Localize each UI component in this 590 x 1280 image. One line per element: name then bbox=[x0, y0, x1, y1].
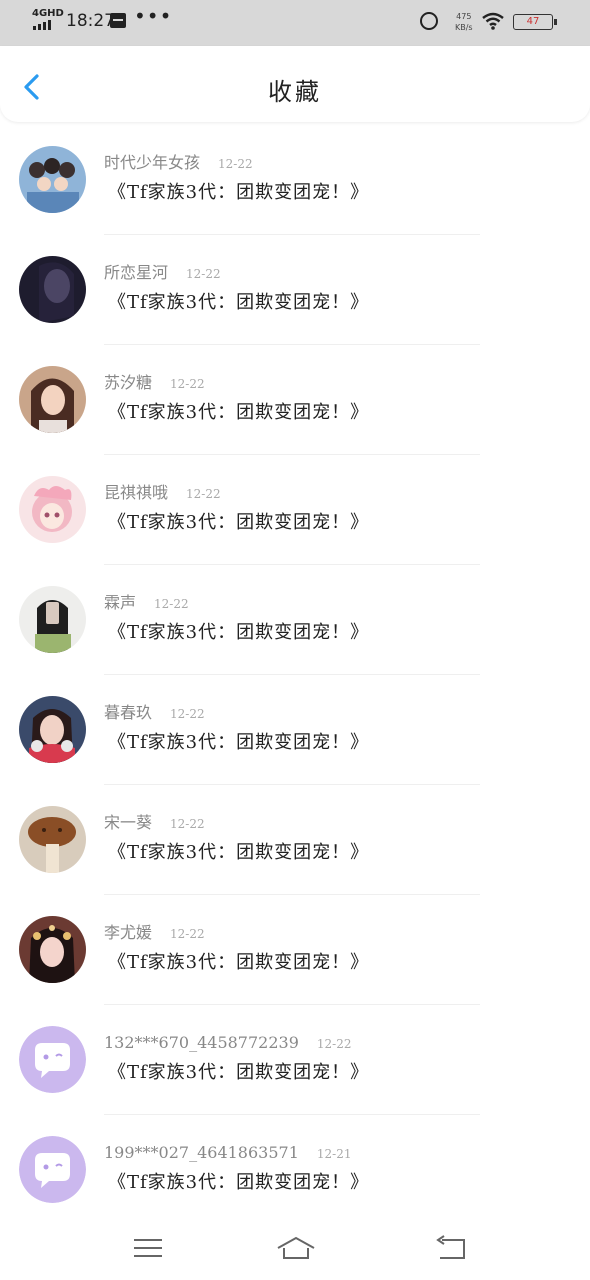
network-indicator: 4GHD bbox=[32, 8, 64, 19]
home-icon[interactable] bbox=[276, 1234, 316, 1262]
avatar[interactable] bbox=[19, 1136, 86, 1203]
clock-time: 18:27 bbox=[66, 11, 115, 31]
favorites-list: 时代少年女孩 12-22 《Tf家族3代：团欺变团宠！》 所恋星河 12-22 《Tf家族… bbox=[0, 125, 590, 1225]
return-icon[interactable] bbox=[434, 1234, 470, 1262]
user-name-text: 暮春玖 bbox=[104, 703, 153, 722]
favorite-date: 12-22 bbox=[218, 157, 253, 171]
favorite-date: 12-22 bbox=[170, 377, 205, 391]
status-bar: 4GHD 18:27 ••• 475 KB/s 47 bbox=[0, 0, 590, 46]
network-speed-unit: KB/s bbox=[455, 23, 473, 32]
list-item[interactable]: 苏汐糖 12-22 《Tf家族3代：团欺变团宠！》 bbox=[0, 345, 590, 455]
system-navigation-bar bbox=[0, 1220, 590, 1280]
user-name-text: 所恋星河 bbox=[104, 263, 169, 282]
list-item[interactable]: 宋一葵 12-22 《Tf家族3代：团欺变团宠！》 bbox=[0, 785, 590, 895]
signal-icon bbox=[33, 20, 51, 30]
user-name: 132***670_4458772239 12-22 bbox=[104, 1033, 351, 1054]
user-name-text: 苏汐糖 bbox=[104, 373, 153, 392]
user-name-text: 霖声 bbox=[104, 593, 137, 612]
user-name: 苏汐糖 12-22 bbox=[104, 373, 205, 394]
favorite-date: 12-22 bbox=[170, 817, 205, 831]
wifi-icon bbox=[482, 12, 504, 30]
work-title[interactable]: 《Tf家族3代：团欺变团宠！》 bbox=[108, 401, 369, 425]
favorite-date: 12-22 bbox=[170, 927, 205, 941]
list-item[interactable]: 昆祺祺哦 12-22 《Tf家族3代：团欺变团宠！》 bbox=[0, 455, 590, 565]
list-item[interactable]: 暮春玖 12-22 《Tf家族3代：团欺变团宠！》 bbox=[0, 675, 590, 785]
user-name-text: 时代少年女孩 bbox=[104, 153, 201, 172]
user-name-text: 昆祺祺哦 bbox=[104, 483, 169, 502]
work-title[interactable]: 《Tf家族3代：团欺变团宠！》 bbox=[108, 291, 369, 315]
more-notifications: ••• bbox=[134, 4, 173, 28]
list-item[interactable]: 时代少年女孩 12-22 《Tf家族3代：团欺变团宠！》 bbox=[0, 125, 590, 235]
user-name: 霖声 12-22 bbox=[104, 593, 189, 614]
network-speed-value: 475 bbox=[456, 12, 472, 21]
user-name: 宋一葵 12-22 bbox=[104, 813, 205, 834]
avatar[interactable] bbox=[19, 476, 86, 543]
avatar[interactable] bbox=[19, 586, 86, 653]
work-title[interactable]: 《Tf家族3代：团欺变团宠！》 bbox=[108, 621, 369, 645]
work-title[interactable]: 《Tf家族3代：团欺变团宠！》 bbox=[108, 841, 369, 865]
work-title[interactable]: 《Tf家族3代：团欺变团宠！》 bbox=[108, 951, 369, 975]
network-speed: 475 KB/s bbox=[455, 11, 473, 33]
top-app-bar: 收藏 bbox=[0, 46, 590, 122]
avatar[interactable] bbox=[19, 696, 86, 763]
alarm-icon bbox=[420, 12, 438, 30]
user-name: 暮春玖 12-22 bbox=[104, 703, 205, 724]
work-title[interactable]: 《Tf家族3代：团欺变团宠！》 bbox=[108, 511, 369, 535]
avatar[interactable] bbox=[19, 1026, 86, 1093]
user-name-text: 李尤媛 bbox=[104, 923, 153, 942]
user-name: 199***027_4641863571 12-21 bbox=[104, 1143, 351, 1164]
favorite-date: 12-21 bbox=[316, 1147, 352, 1161]
user-name: 时代少年女孩 12-22 bbox=[104, 153, 253, 174]
menu-icon[interactable] bbox=[130, 1234, 166, 1262]
favorite-date: 12-22 bbox=[154, 597, 189, 611]
list-item[interactable]: 132***670_4458772239 12-22 《Tf家族3代：团欺变团宠！》 bbox=[0, 1005, 590, 1115]
favorite-date: 12-22 bbox=[186, 267, 221, 281]
avatar[interactable] bbox=[19, 146, 86, 213]
work-title[interactable]: 《Tf家族3代：团欺变团宠！》 bbox=[108, 731, 369, 755]
battery-icon: 47 bbox=[513, 14, 557, 30]
work-title[interactable]: 《Tf家族3代：团欺变团宠！》 bbox=[108, 181, 369, 205]
work-title[interactable]: 《Tf家族3代：团欺变团宠！》 bbox=[108, 1061, 369, 1085]
list-item[interactable]: 李尤媛 12-22 《Tf家族3代：团欺变团宠！》 bbox=[0, 895, 590, 1005]
user-name: 李尤媛 12-22 bbox=[104, 923, 205, 944]
calendar-icon bbox=[110, 13, 126, 28]
user-name-text: 132***670_4458772239 bbox=[104, 1033, 299, 1052]
avatar[interactable] bbox=[19, 366, 86, 433]
avatar[interactable] bbox=[19, 256, 86, 323]
page-title: 收藏 bbox=[268, 78, 322, 106]
list-item[interactable]: 霖声 12-22 《Tf家族3代：团欺变团宠！》 bbox=[0, 565, 590, 675]
avatar[interactable] bbox=[19, 806, 86, 873]
user-name: 所恋星河 12-22 bbox=[104, 263, 221, 284]
favorite-date: 12-22 bbox=[170, 707, 205, 721]
user-name-text: 199***027_4641863571 bbox=[104, 1143, 299, 1162]
user-name: 昆祺祺哦 12-22 bbox=[104, 483, 221, 504]
user-name-text: 宋一葵 bbox=[104, 813, 153, 832]
list-item[interactable]: 199***027_4641863571 12-21 《Tf家族3代：团欺变团宠！》 bbox=[0, 1115, 590, 1225]
avatar[interactable] bbox=[19, 916, 86, 983]
favorite-date: 12-22 bbox=[186, 487, 221, 501]
work-title[interactable]: 《Tf家族3代：团欺变团宠！》 bbox=[108, 1171, 369, 1195]
favorite-date: 12-22 bbox=[316, 1037, 352, 1051]
list-item[interactable]: 所恋星河 12-22 《Tf家族3代：团欺变团宠！》 bbox=[0, 235, 590, 345]
